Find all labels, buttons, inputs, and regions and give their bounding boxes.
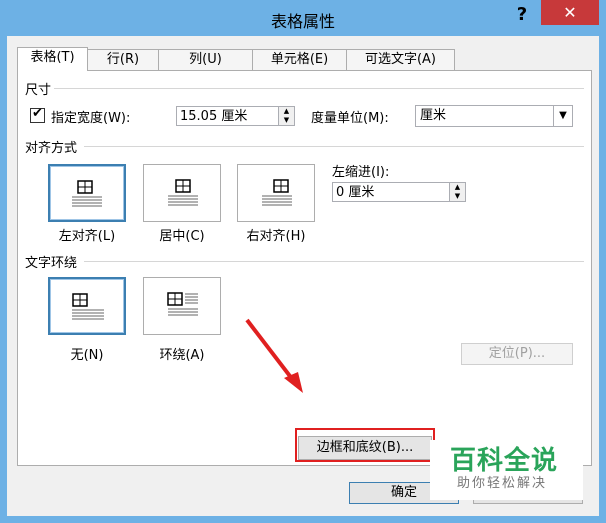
- watermark: 百科全说 助你轻松解决: [430, 440, 583, 500]
- dialog-frame: 表格属性 ? ✕ 表格(T) 行(R) 列(U) 单元格(E) 可选文字(A) …: [0, 0, 606, 523]
- tab-table[interactable]: 表格(T): [17, 47, 88, 71]
- watermark-tagline: 助你轻松解决: [457, 476, 548, 491]
